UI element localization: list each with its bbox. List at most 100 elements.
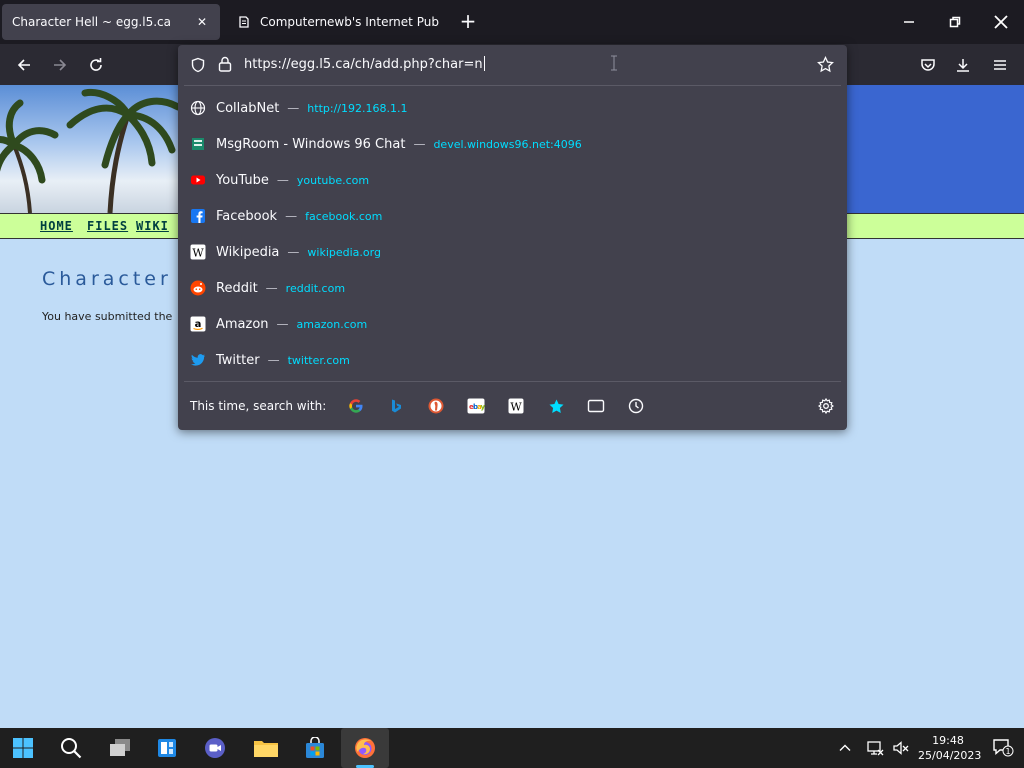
minimize-button[interactable] [886, 0, 932, 44]
notification-count: 1 [1005, 747, 1010, 756]
svg-text:W: W [510, 401, 522, 414]
svg-text:a: a [195, 319, 202, 330]
bookmark-star-icon[interactable] [817, 55, 834, 77]
bing-icon[interactable] [387, 397, 405, 415]
google-icon[interactable] [347, 397, 365, 415]
back-arrow-icon [17, 59, 30, 71]
microsoft-store-button[interactable] [299, 732, 331, 764]
tab-computernewb[interactable]: Computernewb's Internet Pub [226, 4, 450, 40]
suggestion-url: wikipedia.org [307, 245, 381, 259]
back-button[interactable] [11, 52, 37, 78]
palm-tree-image [0, 85, 178, 213]
notification-icon: 1 [993, 739, 1014, 757]
suggestion-title: YouTube [216, 172, 269, 188]
menu-link-home[interactable]: HOME [40, 219, 73, 233]
suggestion-url: facebook.com [305, 209, 383, 223]
close-tab-icon[interactable]: ✕ [194, 14, 210, 30]
svg-text:y: y [481, 403, 486, 411]
firefox-taskbar-button[interactable] [349, 732, 381, 764]
task-view-button[interactable] [104, 732, 136, 764]
suggestion-collabnet[interactable]: CollabNet — http://192.168.1.1 [178, 90, 847, 126]
text-caret [483, 56, 485, 71]
search-button[interactable] [55, 732, 87, 764]
suggestion-title: Twitter [216, 352, 260, 368]
tab-character-hell[interactable]: Character Hell ~ egg.l5.ca ✕ [2, 4, 220, 40]
search-settings-gear-icon[interactable] [817, 397, 835, 415]
start-button[interactable] [7, 732, 39, 764]
history-icon[interactable] [627, 397, 645, 415]
suggestion-url: amazon.com [296, 317, 368, 331]
twitter-icon [190, 352, 206, 368]
suggestion-title: Amazon [216, 316, 269, 332]
windows-taskbar: 19:48 25/04/2023 1 [0, 728, 1024, 768]
suggestion-url: twitter.com [287, 353, 350, 367]
task-view-icon [110, 739, 130, 756]
teams-chat-icon [205, 738, 225, 758]
computernewb-favicon-icon [236, 14, 252, 30]
menu-button[interactable] [987, 52, 1013, 78]
reload-icon [90, 58, 102, 71]
volume-button[interactable] [888, 732, 914, 764]
suggestion-amazon[interactable]: a Amazon — amazon.com [178, 306, 847, 342]
network-button[interactable] [862, 732, 888, 764]
wikipedia-icon: W [190, 244, 206, 260]
url-input-row[interactable]: https://egg.l5.ca/ch/add.php?char=n [178, 45, 847, 85]
folder-icon [254, 741, 278, 757]
suggestion-facebook[interactable]: Facebook — facebook.com [178, 198, 847, 234]
suggestion-url: http://192.168.1.1 [307, 101, 408, 115]
clock[interactable]: 19:48 25/04/2023 [918, 733, 981, 763]
svg-text:W: W [192, 247, 204, 260]
forward-arrow-icon [54, 59, 67, 71]
suggestion-title: MsgRoom - Windows 96 Chat [216, 136, 406, 152]
restore-button[interactable] [932, 0, 978, 44]
notifications-button[interactable]: 1 [988, 732, 1018, 764]
show-hidden-icons-button[interactable] [835, 732, 855, 764]
tabs-icon[interactable] [587, 397, 605, 415]
suggestion-twitter[interactable]: Twitter — twitter.com [178, 342, 847, 378]
network-disconnected-icon [867, 741, 884, 756]
suggestion-reddit[interactable]: Reddit — reddit.com [178, 270, 847, 306]
close-icon [994, 15, 1008, 29]
tab-title: Character Hell ~ egg.l5.ca [12, 15, 171, 29]
pocket-icon [921, 59, 935, 71]
menu-link-wiki[interactable]: WIKI [136, 219, 169, 233]
volume-muted-icon [893, 741, 909, 755]
download-icon [957, 59, 969, 72]
suggestion-wikipedia[interactable]: W Wikipedia — wikipedia.org [178, 234, 847, 270]
wikipedia-icon[interactable]: W [507, 397, 525, 415]
ebay-icon[interactable]: ebay [467, 397, 485, 415]
chat-button[interactable] [199, 732, 231, 764]
mouse-cursor-ibeam-icon [610, 55, 618, 71]
url-input[interactable]: https://egg.l5.ca/ch/add.php?char=n [244, 56, 485, 72]
suggestion-url: reddit.com [285, 281, 346, 295]
youtube-icon [190, 172, 206, 188]
widgets-icon [158, 739, 176, 757]
reload-button[interactable] [83, 52, 109, 78]
menu-link-files[interactable]: FILES [87, 219, 128, 233]
duckduckgo-icon[interactable] [427, 397, 445, 415]
restore-icon [949, 16, 961, 28]
widgets-button[interactable] [151, 732, 183, 764]
facebook-icon [190, 208, 206, 224]
downloads-button[interactable] [950, 52, 976, 78]
msgroom-icon [190, 136, 206, 152]
tab-strip: Character Hell ~ egg.l5.ca ✕ Computernew… [0, 0, 1024, 44]
hamburger-menu-icon [994, 60, 1006, 70]
search-with-label: This time, search with: [190, 399, 327, 413]
pocket-button[interactable] [915, 52, 941, 78]
suggestion-title: Reddit [216, 280, 258, 296]
clock-time: 19:48 [932, 734, 964, 747]
suggestion-title: Facebook [216, 208, 278, 224]
search-icon [61, 738, 82, 759]
file-explorer-button[interactable] [250, 732, 282, 764]
amazon-icon: a [190, 316, 206, 332]
new-tab-button[interactable]: + [456, 11, 480, 32]
forward-button[interactable] [47, 52, 73, 78]
suggestion-youtube[interactable]: YouTube — youtube.com [178, 162, 847, 198]
suggestion-msgroom[interactable]: MsgRoom - Windows 96 Chat — devel.windows9… [178, 126, 847, 162]
tracking-protection-shield-icon[interactable] [190, 57, 206, 77]
close-window-button[interactable] [978, 0, 1024, 44]
suggestion-title: Wikipedia [216, 244, 280, 260]
bookmarks-icon[interactable] [547, 397, 565, 415]
lock-icon[interactable] [218, 56, 232, 76]
